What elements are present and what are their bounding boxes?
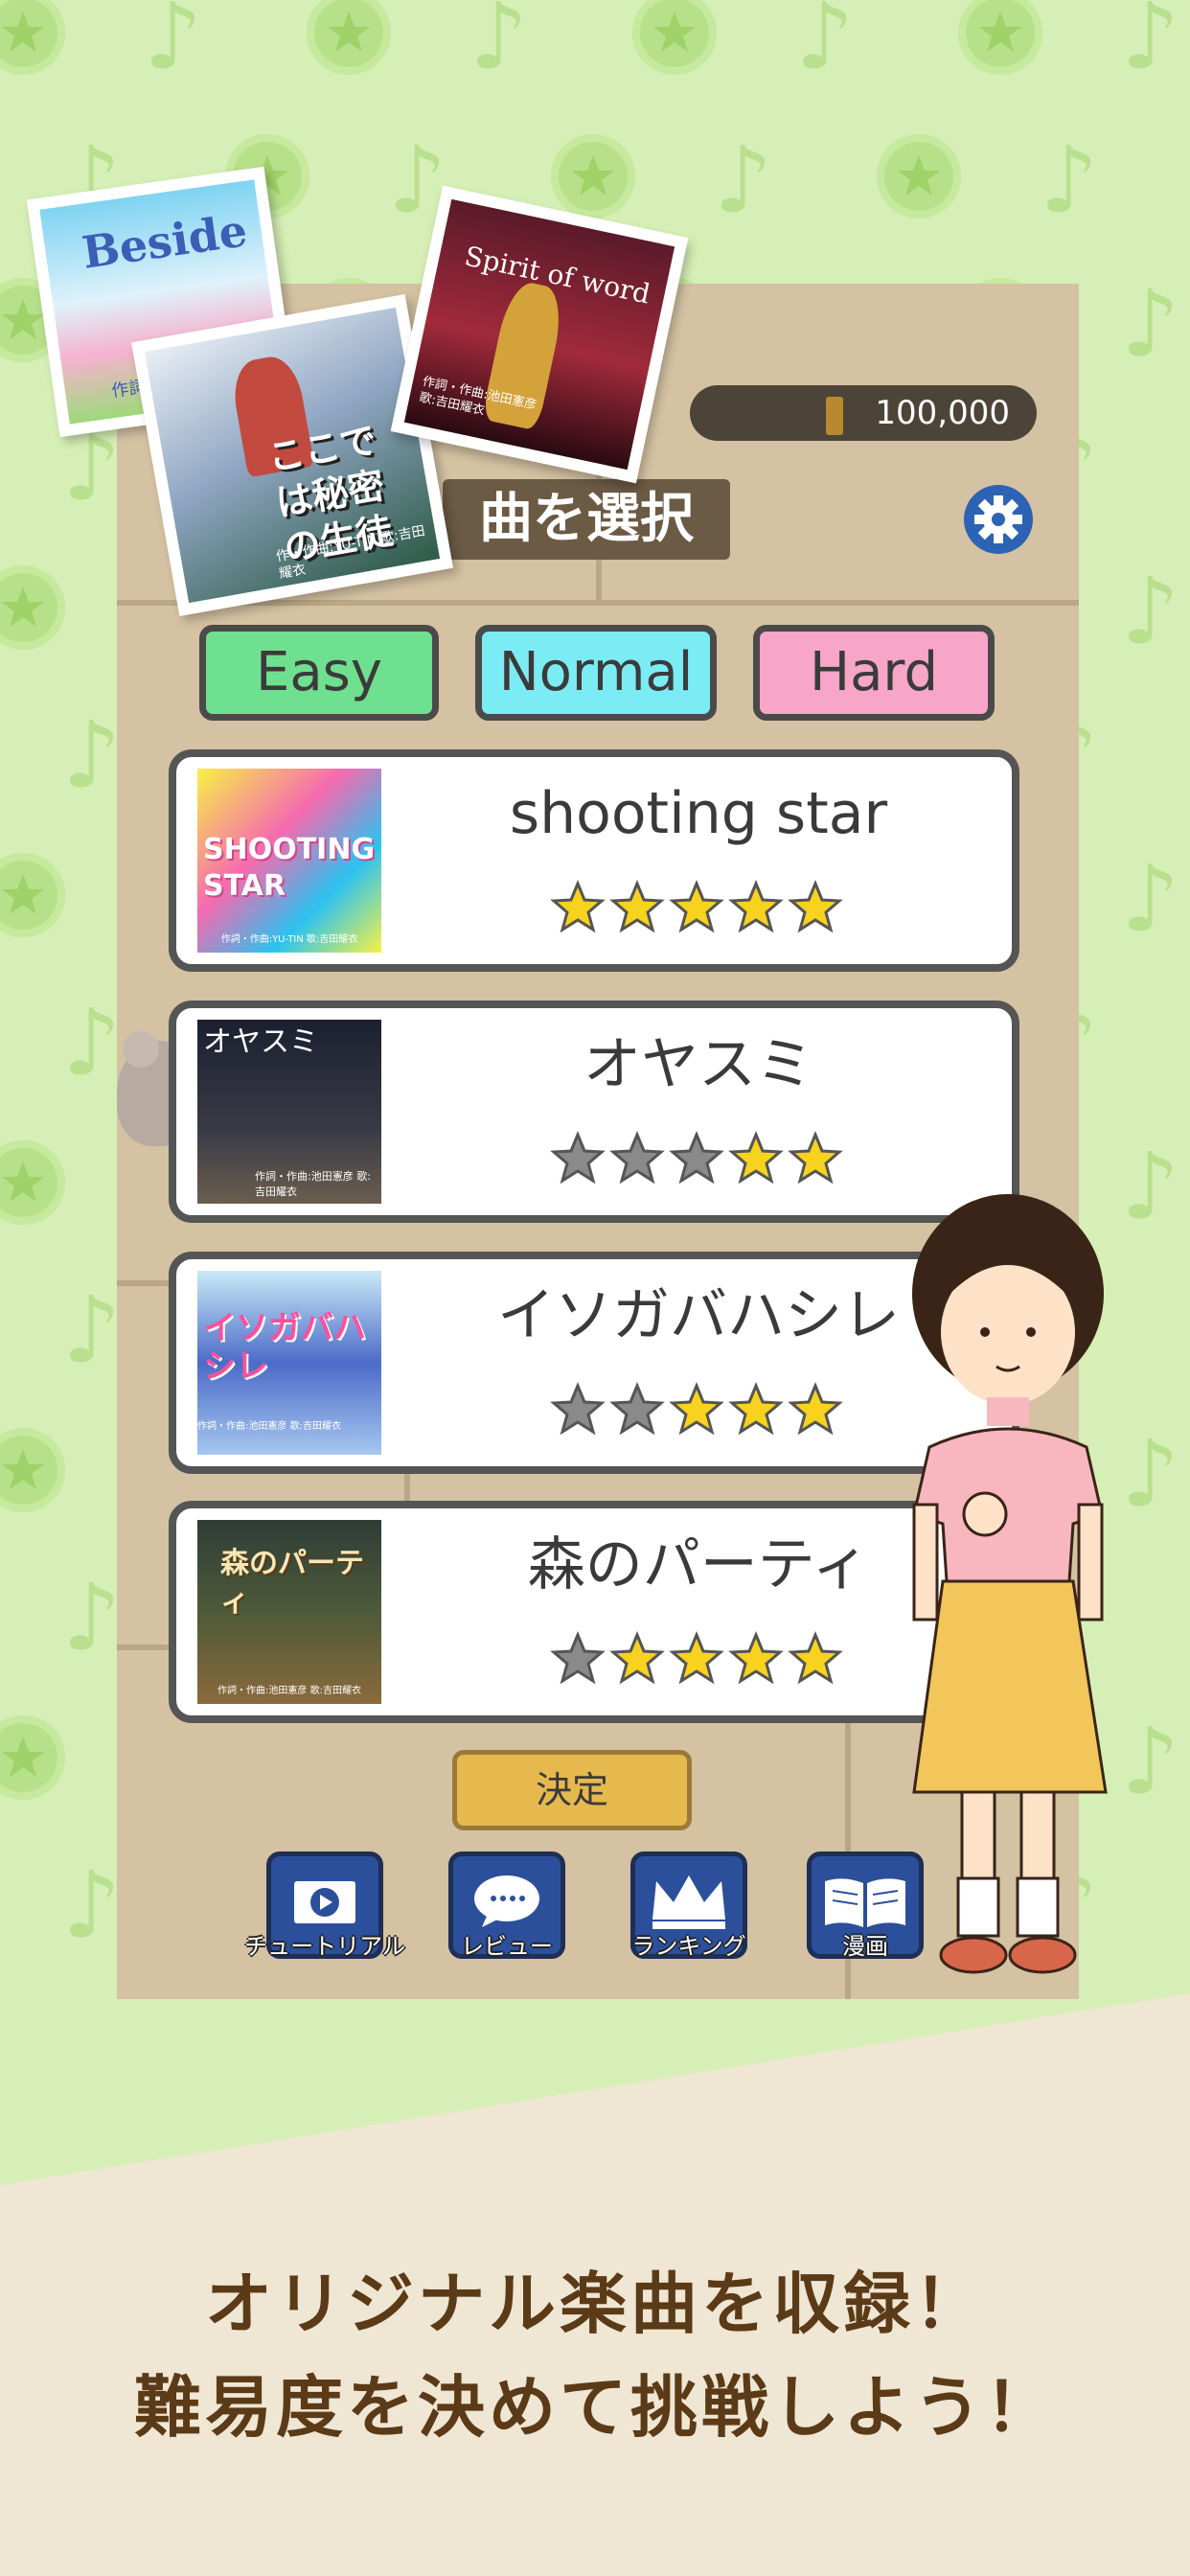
music-note-icon: ♪ [62, 1564, 122, 1671]
star-coin-icon [632, 0, 717, 75]
thumbnail-title: SHOOTING STAR [203, 833, 376, 903]
difficulty-stars [550, 1631, 847, 1689]
music-note-icon: ♪ [62, 1276, 122, 1384]
star-empty-icon [669, 1131, 724, 1184]
star-empty-icon [550, 1382, 606, 1436]
girl-character-illustration [901, 1188, 1169, 2012]
star-coin-icon [958, 0, 1042, 75]
tutorial-label: チュートリアル [244, 1933, 405, 1960]
music-note-icon: ♪ [1121, 270, 1180, 378]
thumbnail-credit: 作詞・作曲:池田憲彦 歌:吉田耀衣 [255, 1170, 371, 1198]
star-coin-icon [0, 1428, 65, 1512]
star-empty-icon [550, 1631, 606, 1685]
star-coin-icon [0, 1140, 65, 1225]
star-coin-icon [0, 0, 65, 75]
star-filled-icon [788, 880, 843, 933]
star-filled-icon [788, 1631, 843, 1685]
star-filled-icon [669, 1382, 724, 1436]
star-filled-icon [728, 1131, 784, 1184]
star-filled-icon [788, 1131, 843, 1184]
star-coin-icon [0, 1715, 65, 1800]
song-thumbnail: 森のパーティ 作詞・作曲:池田憲彦 歌:吉田耀衣 [197, 1520, 381, 1704]
page-title: 曲を選択 [443, 479, 730, 560]
music-note-icon: ♪ [62, 702, 122, 809]
difficulty-stars [550, 1131, 847, 1188]
song-thumbnail: SHOOTING STAR 作詞・作曲:YU-TIN 歌:吉田耀衣 [197, 769, 381, 953]
music-note-icon: ♪ [1121, 0, 1180, 90]
thumbnail-credit: 作詞・作曲:YU-TIN 歌:吉田耀衣 [220, 934, 358, 945]
star-filled-icon [609, 880, 665, 933]
song-item-mori-no-party[interactable]: 森のパーティ 作詞・作曲:池田憲彦 歌:吉田耀衣 森のパーティ [169, 1501, 1019, 1723]
star-coin-icon [307, 0, 391, 75]
review-label: レビュー [461, 1933, 553, 1960]
music-note-icon: ♪ [1121, 558, 1180, 665]
music-note-icon: ♪ [1040, 126, 1099, 234]
star-coin-icon [877, 134, 961, 218]
coin-balance: 100,000 [690, 385, 1037, 441]
thumbnail-title: 森のパーティ [220, 1547, 364, 1619]
settings-gear-icon[interactable] [964, 485, 1033, 554]
album-card-spirit-of-word: Spirit of word 作詞・作曲:池田憲彦 歌:吉田耀衣 [390, 185, 689, 484]
caption-line-2: 難易度を決めて挑戦しよう！ [134, 2368, 1056, 2447]
song-thumbnail: オヤスミ 作詞・作曲:池田憲彦 歌:吉田耀衣 [197, 1020, 381, 1204]
star-empty-icon [550, 1131, 606, 1184]
star-filled-icon [728, 1631, 784, 1685]
decide-button[interactable]: 決定 [452, 1750, 692, 1830]
song-item-oyasumi[interactable]: オヤスミ 作詞・作曲:池田憲彦 歌:吉田耀衣 オヤスミ [169, 1000, 1019, 1223]
star-filled-icon [669, 1631, 724, 1685]
music-note-icon: ♪ [144, 0, 203, 90]
music-note-icon: ♪ [62, 1852, 122, 1959]
album-card-himitsu: ここでは秘密の生徒 作・作曲:YU-TIN 歌:吉田耀衣 [131, 294, 453, 616]
star-coin-icon [0, 565, 65, 650]
star-filled-icon [550, 880, 606, 933]
star-coin-icon [0, 853, 65, 937]
star-empty-icon [609, 1382, 665, 1436]
star-empty-icon [609, 1131, 665, 1184]
song-thumbnail: イソガバハシレ 作詞・作曲:池田憲彦 歌:吉田耀衣 [197, 1271, 381, 1455]
tab-normal[interactable]: Normal [475, 625, 717, 721]
music-note-icon: ♪ [795, 0, 855, 90]
tab-easy[interactable]: Easy [199, 625, 439, 721]
music-note-icon: ♪ [1121, 845, 1180, 953]
music-note-icon: ♪ [62, 989, 122, 1096]
thumbnail-credit: 作詞・作曲:池田憲彦 歌:吉田耀衣 [217, 1686, 361, 1696]
star-coin-icon [551, 134, 635, 218]
difficulty-stars [550, 880, 847, 937]
caption-line-1: オリジナル楽曲を収録！ [205, 2265, 985, 2343]
thumbnail-title: イソガバハシレ [203, 1309, 366, 1386]
ranking-label: ランキング [631, 1933, 746, 1960]
coin-icon [826, 397, 843, 435]
star-filled-icon [788, 1382, 843, 1436]
thumbnail-credit: 作詞・作曲:池田憲彦 歌:吉田耀衣 [197, 1421, 341, 1432]
music-note-icon: ♪ [469, 0, 529, 90]
song-item-shooting-star[interactable]: SHOOTING STAR 作詞・作曲:YU-TIN 歌:吉田耀衣 shooti… [169, 749, 1019, 972]
star-filled-icon [669, 880, 724, 933]
song-item-isogaba-hashire[interactable]: イソガバハシレ 作詞・作曲:池田憲彦 歌:吉田耀衣 イソガバハシレ [169, 1252, 1019, 1474]
song-title: shooting star [509, 780, 888, 847]
star-filled-icon [609, 1631, 665, 1685]
star-filled-icon [728, 880, 784, 933]
thumbnail-title: オヤスミ [203, 1025, 318, 1059]
music-note-icon: ♪ [714, 126, 773, 234]
difficulty-stars [550, 1382, 847, 1439]
song-title: オヤスミ [584, 1031, 813, 1098]
star-filled-icon [728, 1382, 784, 1436]
tab-hard[interactable]: Hard [753, 625, 995, 721]
promo-caption: オリジナル楽曲を収録！ 難易度を決めて挑戦しよう！ [0, 2252, 1190, 2459]
